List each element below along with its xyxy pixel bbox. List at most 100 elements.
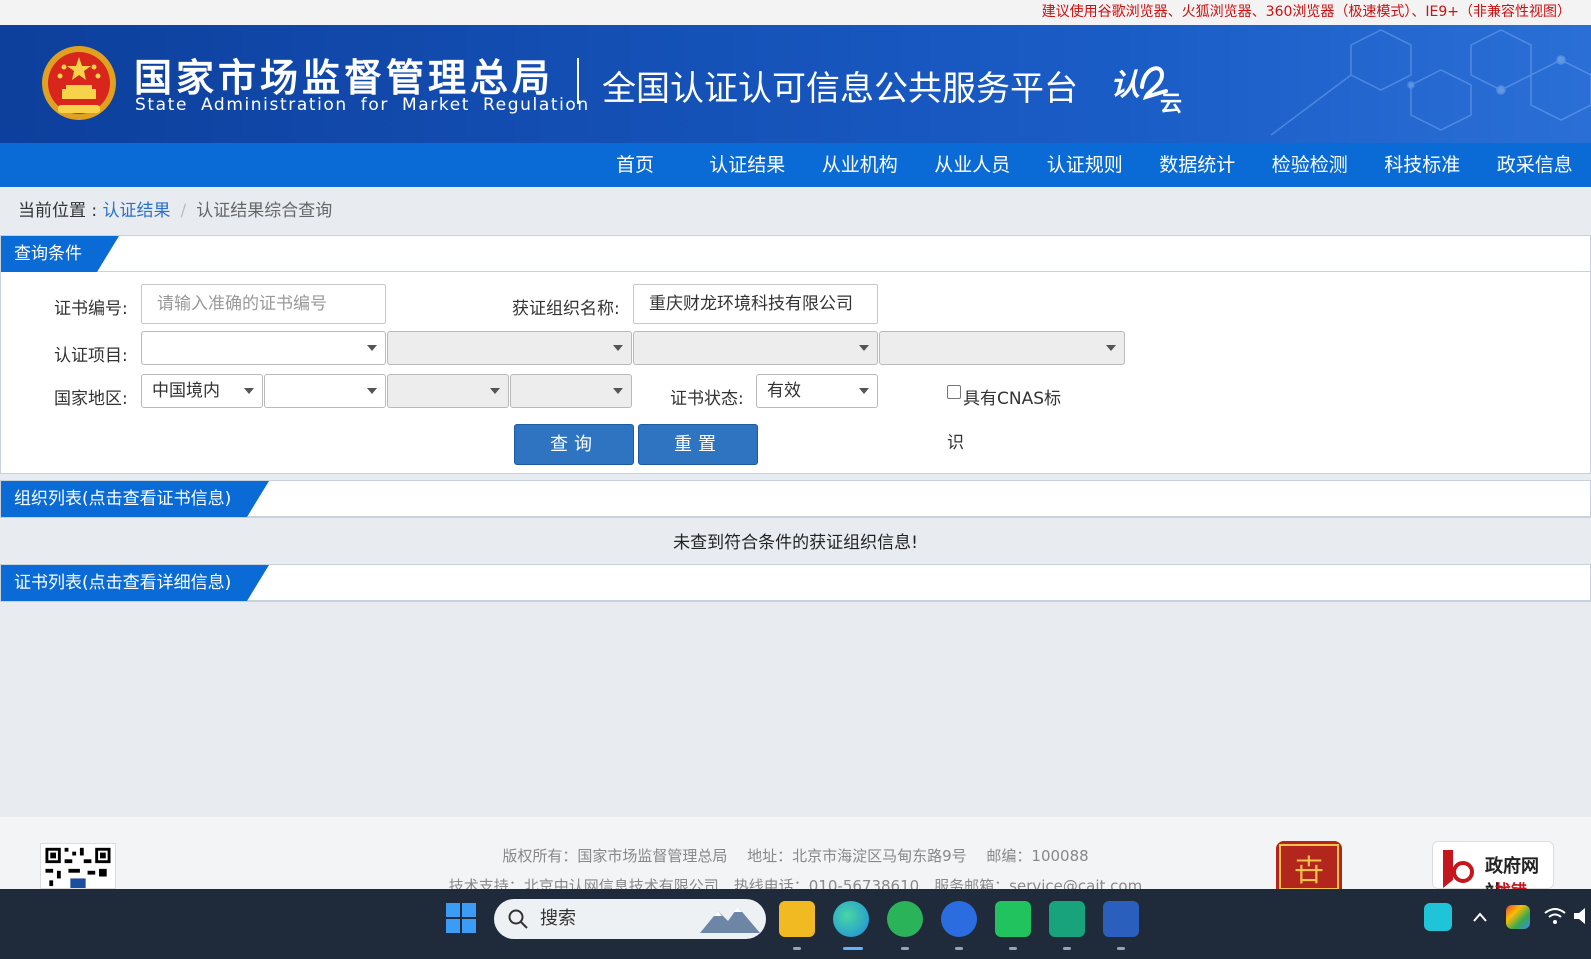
- cnas-checkbox[interactable]: [947, 385, 961, 399]
- cert-project-select-4[interactable]: [879, 331, 1125, 365]
- region-province-select[interactable]: [264, 374, 386, 408]
- site-footer: 版权所有：国家市场监督管理总局 地址：北京市海淀区马甸东路9号 邮编：10008…: [0, 817, 1591, 903]
- app-running-indicator: [1117, 947, 1125, 950]
- cert-project-label: 认证项目:: [54, 346, 128, 366]
- region-district-select[interactable]: [510, 374, 632, 408]
- color-app-tray-icon[interactable]: [1506, 905, 1530, 929]
- national-emblem-icon: [42, 46, 116, 120]
- query-form: 证书编号: 请输入准确的证书编号 获证组织名称: 重庆财龙环境科技有限公司 认证…: [1, 272, 1590, 473]
- region-country-value: 中国境内: [152, 381, 220, 401]
- org-name-input[interactable]: 重庆财龙环境科技有限公司: [633, 284, 878, 324]
- wifi-icon[interactable]: [1544, 907, 1566, 925]
- app-active-indicator: [843, 947, 863, 950]
- chevron-down-icon: [490, 388, 500, 394]
- nav-statistics[interactable]: 数据统计: [1141, 143, 1254, 187]
- search-button[interactable]: 查询: [514, 424, 634, 465]
- region-city-select[interactable]: [387, 374, 509, 408]
- breadcrumb-current: 认证结果综合查询: [196, 201, 333, 221]
- platform-title: 全国认证认可信息公共服务平台: [602, 69, 1078, 109]
- org-name-en: State Administration for Market Regulati…: [135, 95, 590, 115]
- chevron-down-icon: [1106, 345, 1116, 351]
- nav-testing[interactable]: 检验检测: [1254, 143, 1367, 187]
- query-panel: 查询条件 证书编号: 请输入准确的证书编号 获证组织名称: 重庆财龙环境科技有限…: [0, 235, 1591, 474]
- chevron-up-icon[interactable]: [1472, 911, 1488, 923]
- cert-project-select-1[interactable]: [141, 331, 386, 365]
- site-header: 国家市场监督管理总局 State Administration for Mark…: [0, 25, 1591, 143]
- cert-no-label: 证书编号:: [54, 299, 128, 319]
- chat-app-icon[interactable]: [941, 901, 977, 937]
- app-running-indicator: [1009, 947, 1017, 950]
- org-name-cn: 国家市场监督管理总局: [134, 56, 555, 100]
- cert-list-header: 证书列表(点击查看详细信息): [1, 565, 1590, 601]
- breadcrumb-link-cert-results[interactable]: 认证结果: [103, 201, 171, 221]
- chevron-down-icon: [367, 345, 377, 351]
- chevron-down-icon: [613, 388, 623, 394]
- gov-website-error-badge[interactable]: 政府网站 找错: [1432, 841, 1554, 903]
- org-list-panel: 组织列表(点击查看证书信息): [0, 480, 1591, 518]
- taskbar-search-box[interactable]: 搜索: [494, 899, 766, 939]
- magnifier-icon: [1443, 850, 1474, 888]
- chevron-down-icon: [367, 388, 377, 394]
- windows-start-icon[interactable]: [446, 903, 476, 933]
- cert-status-label: 证书状态:: [670, 389, 744, 409]
- nav-procurement[interactable]: 政采信息: [1479, 143, 1591, 187]
- cert-list-title: 证书列表(点击查看详细信息): [1, 565, 269, 601]
- speaker-icon[interactable]: [1574, 907, 1588, 925]
- reset-button[interactable]: 重置: [638, 424, 758, 465]
- nav-cert-results[interactable]: 认证结果: [691, 143, 804, 187]
- svg-text:卋: 卋: [1294, 854, 1324, 889]
- breadcrumb-prefix: 当前位置 :: [18, 201, 103, 221]
- police-emblem-icon: 卋: [1276, 841, 1342, 889]
- security-shield-icon[interactable]: [1049, 901, 1085, 937]
- cert-project-select-2[interactable]: [387, 331, 632, 365]
- cert-project-select-3[interactable]: [633, 331, 878, 365]
- taskbar-search-label: 搜索: [540, 908, 576, 929]
- main-nav: 首页 认证结果 从业机构 从业人员 认证规则 数据统计 检验检测 科技标准 政采…: [0, 143, 1591, 187]
- app-running-indicator: [1063, 947, 1071, 950]
- search-icon: [508, 909, 528, 929]
- file-explorer-icon[interactable]: [779, 901, 815, 937]
- renzheng-cloud-logo-icon: 认 云: [1110, 66, 1182, 115]
- footer-copyright: 版权所有：国家市场监督管理总局 地址：北京市海淀区马甸东路9号 邮编：10008…: [502, 847, 1089, 865]
- app-running-indicator: [955, 947, 963, 950]
- ie-browser-icon[interactable]: [887, 901, 923, 937]
- region-country-select[interactable]: 中国境内: [141, 374, 263, 408]
- hexagon-pattern-decoration: [1270, 29, 1591, 136]
- org-list-empty-message: 未查到符合条件的获证组织信息!: [673, 533, 918, 553]
- org-list-header: 组织列表(点击查看证书信息): [1, 481, 1590, 517]
- chevron-down-icon: [859, 388, 869, 394]
- nav-personnel[interactable]: 从业人员: [916, 143, 1029, 187]
- nav-institutions[interactable]: 从业机构: [804, 143, 917, 187]
- org-list-title: 组织列表(点击查看证书信息): [1, 481, 269, 517]
- mountain-widget-icon: [700, 907, 760, 933]
- cert-list-panel: 证书列表(点击查看详细信息): [0, 564, 1591, 602]
- edge-browser-icon[interactable]: [833, 901, 869, 937]
- cert-status-select[interactable]: 有效: [756, 374, 878, 408]
- query-panel-title: 查询条件: [1, 236, 119, 272]
- cert-status-value: 有效: [767, 381, 801, 401]
- word-icon[interactable]: [1103, 901, 1139, 937]
- chevron-down-icon: [244, 388, 254, 394]
- cnas-label: 具有CNAS标: [963, 389, 1062, 409]
- chevron-down-icon: [859, 345, 869, 351]
- logo-cloud-text: 云: [1160, 92, 1182, 115]
- cert-no-input[interactable]: 请输入准确的证书编号: [141, 284, 386, 324]
- cnas-label-wrap: 识: [947, 433, 964, 453]
- windows-taskbar: 搜索: [0, 889, 1591, 959]
- query-panel-header: 查询条件: [1, 236, 1590, 272]
- breadcrumb: 当前位置 : 认证结果 / 认证结果综合查询: [0, 187, 1591, 235]
- breadcrumb-separator: /: [180, 201, 187, 221]
- chevron-down-icon: [613, 345, 623, 351]
- logo-text: 认: [1110, 68, 1140, 103]
- wechat-icon[interactable]: [995, 901, 1031, 937]
- header-divider: [577, 58, 579, 104]
- app-running-indicator: [901, 947, 909, 950]
- nav-cert-rules[interactable]: 认证规则: [1029, 143, 1142, 187]
- org-name-label: 获证组织名称:: [512, 299, 620, 319]
- app-running-indicator: [793, 947, 801, 950]
- nav-standards[interactable]: 科技标准: [1366, 143, 1479, 187]
- k-app-tray-icon[interactable]: [1424, 903, 1452, 931]
- nav-home[interactable]: 首页: [579, 143, 691, 187]
- browser-notice: 建议使用谷歌浏览器、火狐浏览器、360浏览器（极速模式）、IE9+（非兼容性视图…: [0, 0, 1591, 25]
- region-label: 国家地区:: [54, 389, 128, 409]
